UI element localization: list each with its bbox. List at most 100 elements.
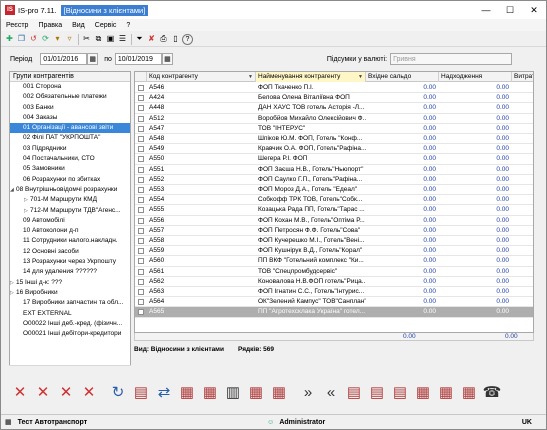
paste-icon[interactable]: ▣ (105, 34, 116, 45)
minimize-button[interactable]: — (474, 1, 498, 19)
table-row[interactable]: А552 ФОП Саулко Г.П., Готель"Рафіна... 0.0… (135, 175, 533, 185)
row-checkbox[interactable] (138, 217, 144, 224)
table-row[interactable]: А550 Шегера Р.І. ФОП 0.00 0.00 (135, 154, 533, 165)
menu-item-view[interactable]: Вид (67, 22, 90, 29)
row-checkbox[interactable] (138, 95, 144, 102)
help-icon[interactable]: ? (182, 33, 193, 45)
calendar-from-icon[interactable]: ▦ (87, 53, 99, 65)
copy2-icon[interactable]: ⧉ (93, 34, 104, 45)
tree-item[interactable]: ▷ 712-М Маршрути ТДВ"Агенс... (10, 206, 130, 216)
menu-item-edit[interactable]: Правка (33, 22, 67, 29)
btn-grid-icon[interactable]: ▥ (222, 379, 244, 405)
unfilter-icon[interactable]: ✘ (146, 34, 157, 45)
tree-item[interactable]: 004 Заказы (10, 113, 130, 123)
tree-item[interactable]: 11 Сотрудники налого.накладн. (10, 236, 130, 246)
btn-cross-icon[interactable]: ✕ (9, 379, 31, 405)
table-row[interactable]: А562 Коновалова Н.В.ФОП готель"Рица... 0.0… (135, 277, 533, 287)
row-checkbox[interactable] (138, 258, 144, 265)
row-checkbox[interactable] (138, 166, 144, 173)
btn-sync-icon[interactable]: ⇄ (153, 379, 175, 405)
undo-icon[interactable]: ↺ (28, 34, 39, 45)
row-checkbox[interactable] (138, 268, 144, 275)
cut-icon[interactable]: ✂ (81, 34, 92, 45)
copy-icon[interactable]: ❐ (16, 34, 27, 45)
tree-item[interactable]: 09 Автомобілі (10, 216, 130, 226)
tree-item[interactable]: 01 Організації - авансові звіти (10, 123, 130, 134)
collapsed-arrow-icon[interactable]: ▷ (24, 195, 28, 205)
calendar-to-icon[interactable]: ▦ (161, 53, 173, 65)
row-checkbox[interactable] (138, 248, 144, 255)
funnel-icon[interactable]: ⏷ (134, 34, 145, 45)
table-row[interactable]: А559 ФОП Кушнірук В.Д., Готель"Корал" 0.00… (135, 246, 533, 257)
tree-item[interactable]: 13 Розрахунки через Укрпошту (10, 257, 130, 267)
totals-currency-field[interactable]: Гривня (390, 53, 513, 65)
row-checkbox[interactable] (138, 289, 144, 295)
btn-cross-doc2-icon[interactable]: ✕ (55, 379, 77, 405)
table-row[interactable]: А512 Воробйов Михайло Олексійович Ф... 0.0… (135, 114, 533, 124)
tree-item[interactable]: О00022 Інші деб.-кред. (фізичн... (10, 319, 130, 329)
btn-box7-icon[interactable]: ▦ (458, 379, 480, 405)
btn-cross-doc-icon[interactable]: ✕ (32, 379, 54, 405)
tree-item[interactable]: 12 Основні засоби (10, 247, 130, 257)
row-checkbox[interactable] (138, 176, 144, 183)
tree-item[interactable]: 001 Сторона (10, 82, 130, 92)
tree-item[interactable]: 05 Замовники (10, 164, 130, 174)
table-row[interactable]: А546 ФОП Ткаченко П.І. 0.00 0.00 (135, 83, 533, 94)
btn-box2-icon[interactable]: ▦ (199, 379, 221, 405)
table-row[interactable]: А555 Козацька Рада ПП, Готель"Тарас ... 0.… (135, 205, 533, 216)
row-checkbox[interactable] (138, 156, 144, 163)
table-row[interactable]: А554 Собкофф ТРК ТОВ, Готель"Собк... 0.00 0… (135, 195, 533, 206)
tree-horizontal-scrollbar[interactable] (9, 365, 131, 374)
collapsed-arrow-icon[interactable]: ▷ (10, 278, 14, 288)
table-row[interactable]: А548 Шпіков Ю.М. ФОП, Готель "Конф... 0.00… (135, 134, 533, 145)
tree-item[interactable]: 04 Постачальники, СТО (10, 154, 130, 164)
row-checkbox[interactable] (138, 299, 144, 306)
new-doc-icon[interactable]: ✚ (4, 34, 15, 45)
tree-item[interactable]: ▷ 16 Виробники (10, 288, 130, 298)
tree-item[interactable]: 002 Обязательные платежи (10, 92, 130, 102)
refresh-icon[interactable]: ⟳ (40, 34, 51, 45)
btn-doc2-icon[interactable]: ▤ (366, 379, 388, 405)
tree-item[interactable]: ▷ 15 Інші д-к: ??? (10, 278, 130, 288)
table-row[interactable]: А551 ФОП Заєша Н.В., Готель"Ньюпорт" 0.00 0… (135, 165, 533, 175)
btn-chevrons-icon[interactable]: » (297, 379, 319, 405)
table-row[interactable]: А556 ФОП Кохан М.В., Готель"Оптіма Р... 0.… (135, 216, 533, 226)
table-row[interactable]: А560 ПП ВКФ "Готельний комплекс "Ки... 0.0… (135, 256, 533, 267)
menu-item-help[interactable]: ? (121, 22, 135, 29)
btn-phone-icon[interactable]: ☎ (481, 379, 503, 405)
table-row[interactable]: А549 Кравчик О.А. ФОП, Готель"Рафіна... 0.… (135, 144, 533, 155)
menu-item-service[interactable]: Сервіс (90, 22, 122, 29)
row-checkbox[interactable] (138, 115, 144, 122)
table-row[interactable]: А557 ФОП Петросян Ф.Ф. Готель"Сова" 0.00 0.… (135, 226, 533, 236)
period-to-field[interactable]: 10/01/2019 (114, 53, 162, 65)
btn-box6-icon[interactable]: ▦ (435, 379, 457, 405)
btn-doc-icon[interactable]: ▤ (343, 379, 365, 405)
tree-item[interactable]: 003 Банки (10, 103, 130, 113)
filter-set-icon[interactable]: ▿ (64, 34, 75, 45)
collapsed-arrow-icon[interactable]: ▷ (10, 288, 14, 298)
collapsed-arrow-icon[interactable]: ▷ (24, 206, 28, 216)
list-icon[interactable]: ☰ (117, 34, 128, 45)
btn-box4-icon[interactable]: ▦ (268, 379, 290, 405)
btn-reload-icon[interactable]: ↻ (107, 379, 129, 405)
row-checkbox[interactable] (138, 136, 144, 142)
table-row[interactable]: А561 ТОВ "Спецпромбудсервіс" 0.00 0.00 (135, 267, 533, 277)
language-indicator[interactable]: UK (522, 419, 532, 426)
column-header-in-balance[interactable]: Вхідне сальдо (366, 72, 439, 82)
table-row[interactable]: А563 ФОП Ігнатин С.С., Готель"Інтурис... 0… (135, 287, 533, 298)
table-row[interactable]: А564 ОК"Зелений Кампус" ТОВ"Санплан" 0.00 0… (135, 297, 533, 308)
tree-item[interactable]: 02 Філі ПАТ "УКРПОШТА" (10, 133, 130, 143)
tree-item[interactable]: 14 для удаления ?????? (10, 267, 130, 277)
row-checkbox[interactable] (138, 278, 144, 285)
column-header-receipts[interactable]: Надходження (439, 72, 512, 82)
period-from-field[interactable]: 01/01/2016 (40, 53, 88, 65)
btn-doc3-icon[interactable]: ▤ (389, 379, 411, 405)
tree-item[interactable]: EXT EXTERNAL (10, 309, 130, 319)
row-checkbox[interactable] (138, 146, 144, 153)
tree-item[interactable]: 17 Виробники запчастин та обл... (10, 298, 130, 308)
btn-cross-doc3-icon[interactable]: ✕ (78, 379, 100, 405)
table-row[interactable]: А547 ТОВ "ІНТЕРУС" 0.00 0.00 (135, 124, 533, 134)
lock-icon[interactable]: ▯ (170, 34, 181, 45)
row-checkbox[interactable] (138, 207, 144, 214)
row-checkbox[interactable] (138, 227, 144, 234)
